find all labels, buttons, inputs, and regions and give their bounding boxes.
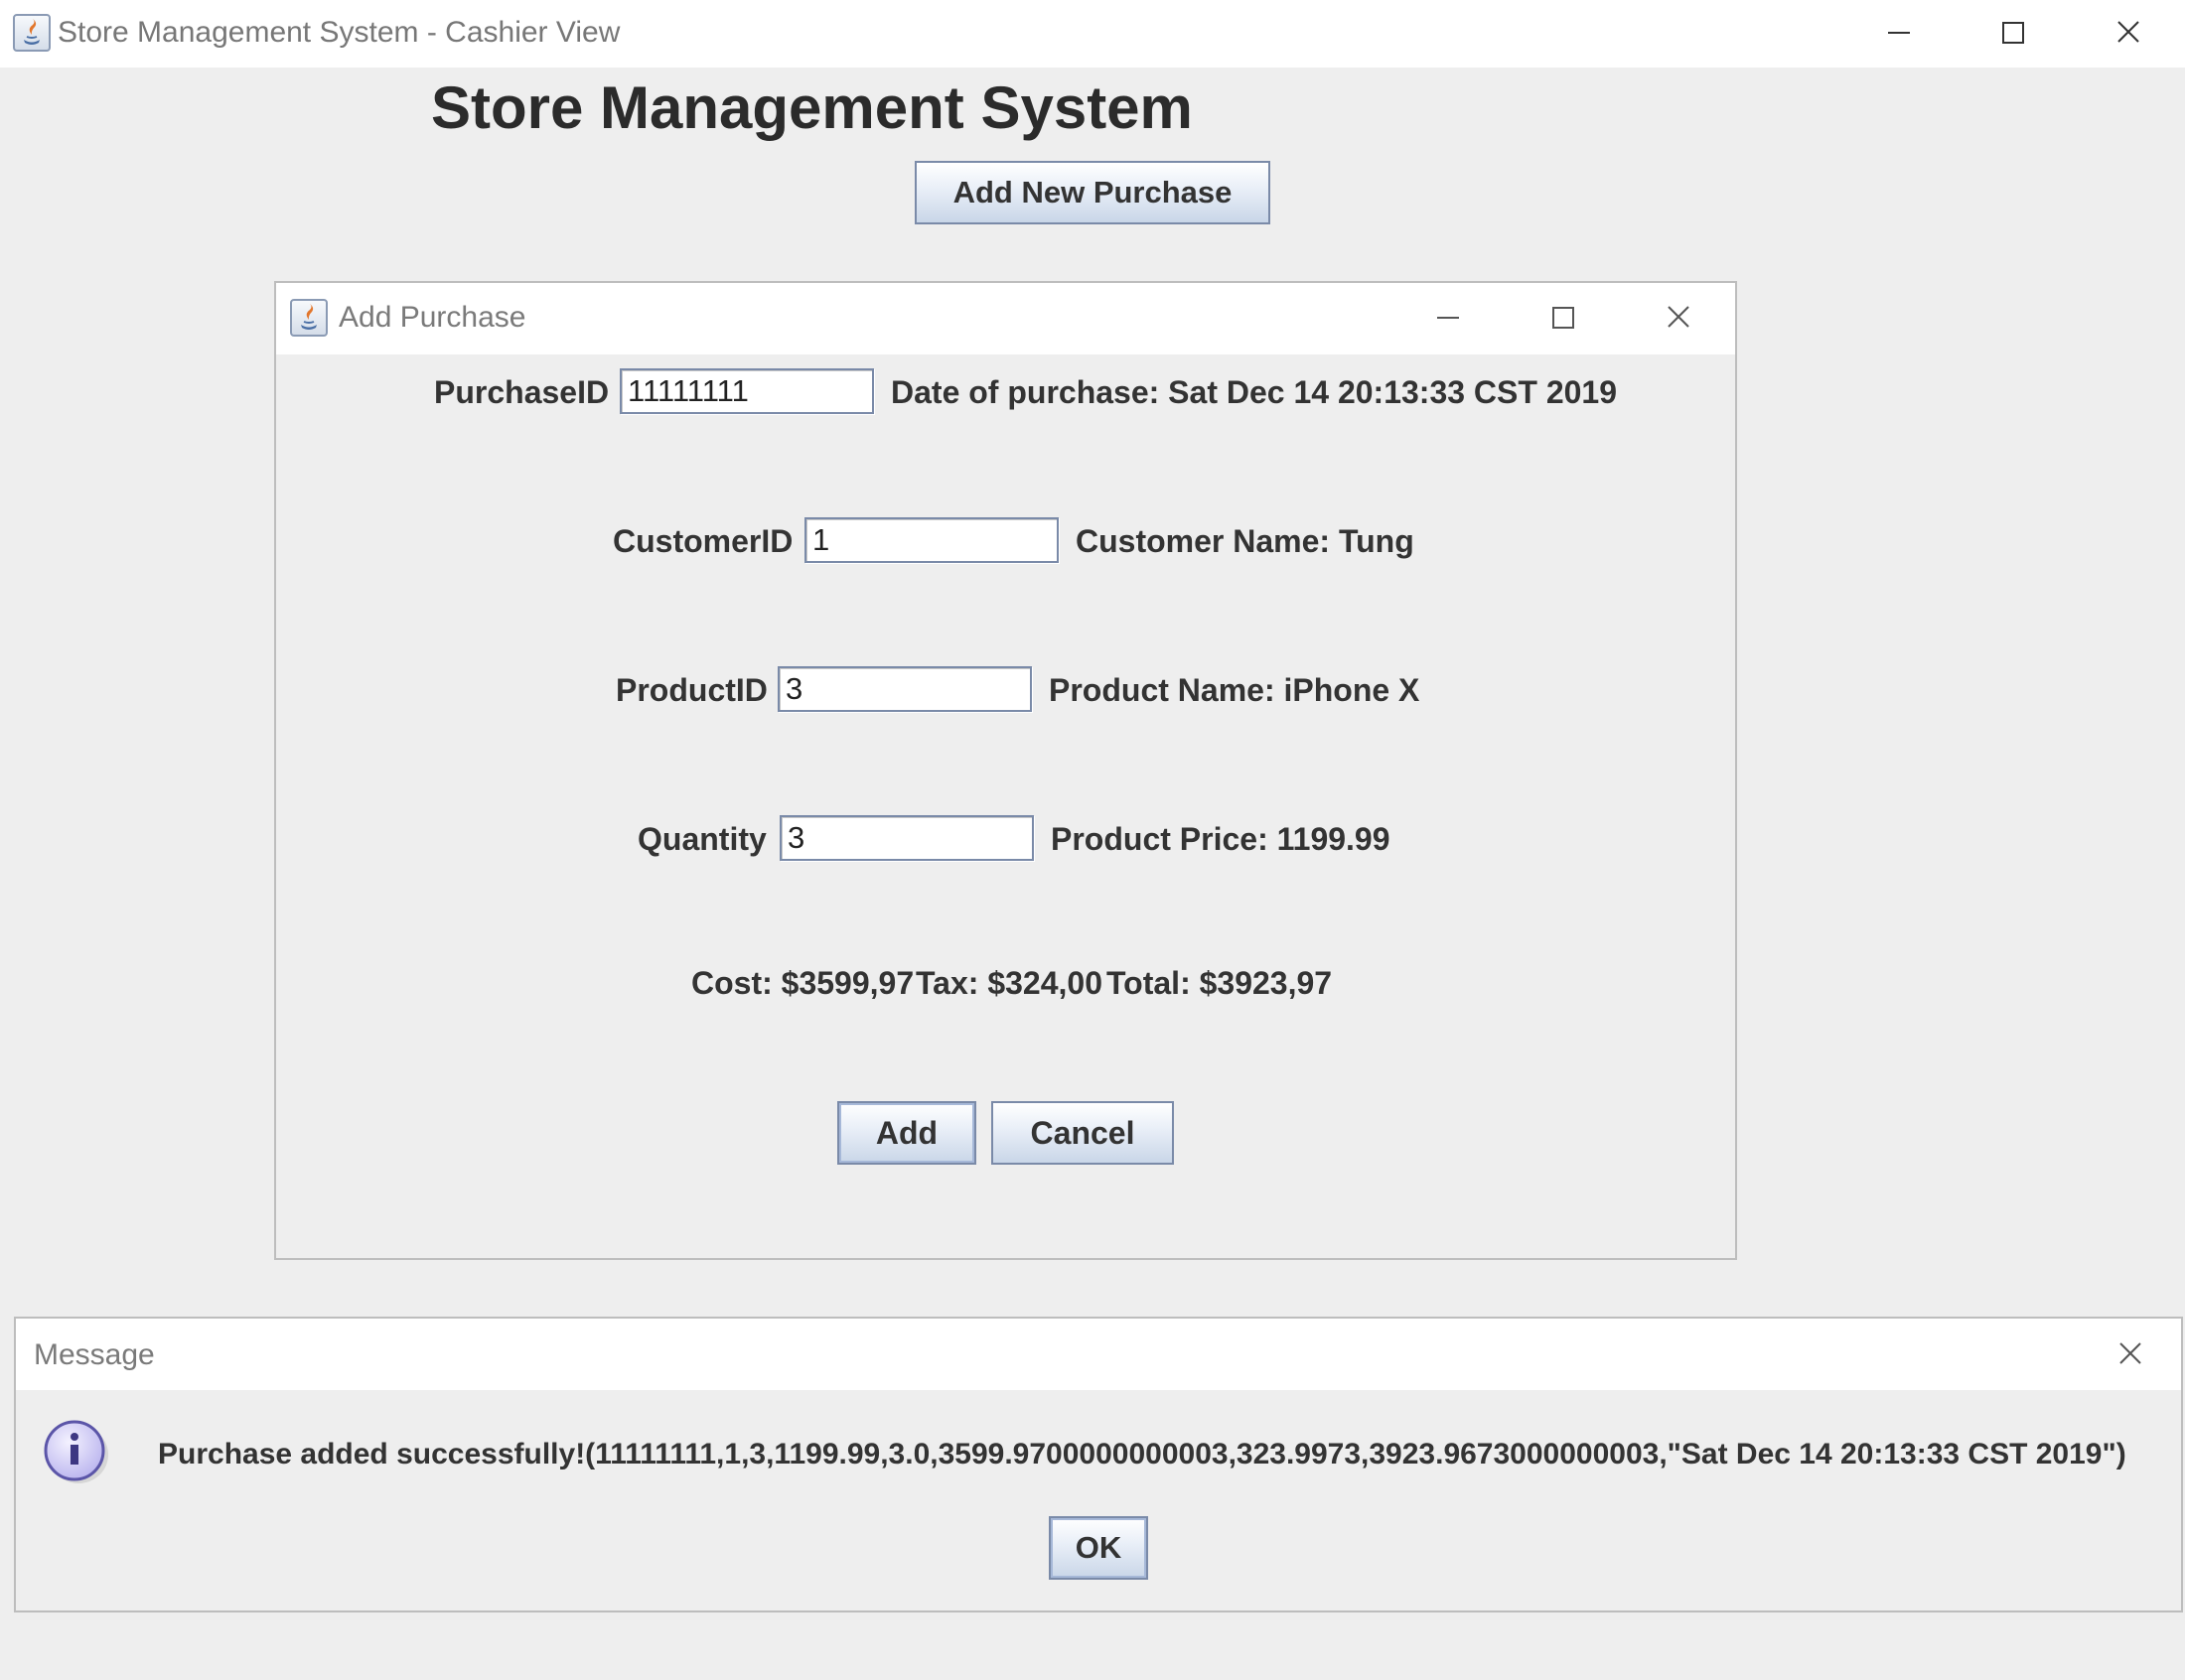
add-purchase-titlebar: Add Purchase	[276, 283, 1735, 354]
info-icon	[42, 1416, 111, 1485]
close-icon[interactable]	[2108, 1332, 2153, 1378]
minimize-icon[interactable]	[1425, 296, 1471, 342]
add-button[interactable]: Add	[837, 1101, 976, 1165]
ok-button[interactable]: OK	[1049, 1516, 1148, 1580]
cancel-button[interactable]: Cancel	[991, 1101, 1174, 1165]
maximize-icon[interactable]	[1540, 296, 1586, 342]
customer-name-label: Customer Name: Tung	[1076, 523, 1414, 559]
main-window-titlebar: Store Management System - Cashier View	[0, 0, 2185, 68]
product-price-label: Product Price: 1199.99	[1051, 821, 1390, 857]
customer-id-field[interactable]	[804, 517, 1059, 563]
tax-label: Tax: $324,00	[916, 965, 1102, 1001]
product-name-label: Product Name: iPhone X	[1049, 672, 1420, 708]
customer-id-label: CustomerID	[613, 523, 794, 559]
message-text: Purchase added successfully!(11111111,1,…	[158, 1438, 2126, 1470]
quantity-label: Quantity	[638, 821, 767, 857]
page-heading: Store Management System	[431, 74, 1193, 141]
message-dialog: Message Purchase added successfully!(111…	[14, 1317, 2183, 1612]
java-app-icon	[13, 14, 51, 52]
add-purchase-dialog: Add Purchase PurchaseID Date of purchase…	[274, 281, 1737, 1260]
message-title: Message	[34, 1338, 155, 1371]
maximize-icon[interactable]	[1990, 11, 2036, 57]
cost-label: Cost: $3599,97	[691, 965, 915, 1001]
message-titlebar: Message	[16, 1319, 2181, 1390]
close-icon[interactable]	[1656, 296, 1701, 342]
minimize-icon[interactable]	[1876, 11, 1922, 57]
product-id-field[interactable]	[778, 666, 1032, 712]
total-label: Total: $3923,97	[1106, 965, 1333, 1001]
purchase-id-label: PurchaseID	[434, 374, 610, 410]
product-id-label: ProductID	[616, 672, 768, 708]
add-new-purchase-button[interactable]: Add New Purchase	[915, 161, 1270, 224]
close-icon[interactable]	[2106, 11, 2151, 57]
date-of-purchase-label: Date of purchase: Sat Dec 14 20:13:33 CS…	[891, 374, 1617, 410]
java-app-icon	[290, 299, 328, 337]
main-window-title: Store Management System - Cashier View	[58, 16, 621, 49]
purchase-id-field[interactable]	[620, 368, 874, 414]
quantity-field[interactable]	[780, 815, 1034, 861]
add-purchase-title: Add Purchase	[339, 301, 526, 334]
